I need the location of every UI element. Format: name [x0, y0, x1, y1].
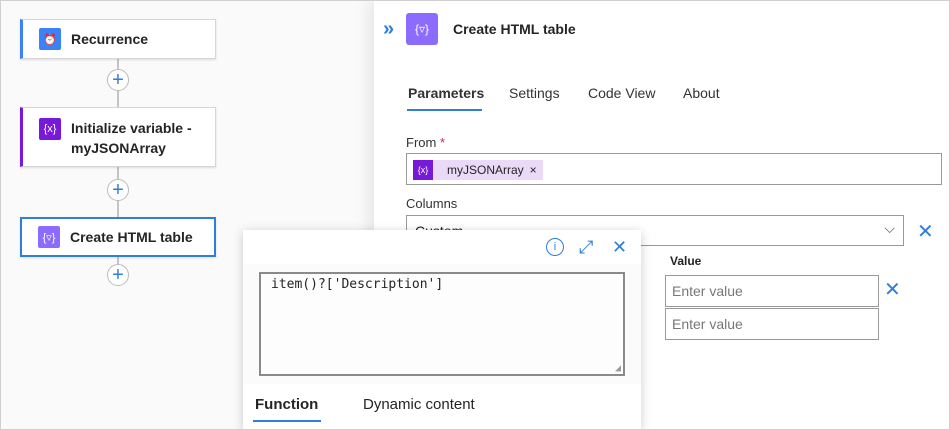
expand-icon[interactable]: ⤢ — [579, 237, 593, 258]
tab-about[interactable]: About — [683, 85, 720, 101]
delete-row-button[interactable]: ✕ — [884, 277, 901, 302]
node-initialize-variable[interactable]: {x} Initialize variable - myJSONArray — [20, 107, 216, 167]
chevron-down-icon: ⌵ — [884, 220, 895, 237]
token-label: myJSONArray — [447, 163, 524, 177]
plus-icon: + — [112, 265, 124, 285]
alarm-clock-icon: ⏰ — [39, 28, 61, 50]
node-label-line1: Initialize variable - — [71, 120, 192, 136]
data-operation-icon: {▿} — [406, 13, 438, 45]
value-input[interactable]: Enter value — [665, 308, 879, 340]
tab-parameters[interactable]: Parameters — [408, 85, 484, 101]
token-myjsonarray[interactable]: {x} myJSONArray × — [413, 160, 543, 180]
panel-title: Create HTML table — [453, 21, 576, 37]
required-mark: * — [440, 135, 445, 150]
expression-textarea[interactable]: item()?['Description'] ◢ — [259, 272, 625, 376]
resize-handle-icon[interactable]: ◢ — [615, 363, 621, 374]
add-step-button[interactable]: + — [107, 179, 129, 201]
from-label-text: From — [406, 135, 436, 150]
popup-tabs: Function Dynamic content — [243, 384, 641, 430]
node-label: Recurrence — [71, 31, 148, 47]
variable-icon: {x} — [413, 160, 433, 180]
tab-settings[interactable]: Settings — [509, 85, 560, 101]
variable-icon: {x} — [39, 118, 61, 140]
add-step-button[interactable]: + — [107, 69, 129, 91]
data-operation-icon: {▿} — [38, 226, 60, 248]
from-label: From * — [406, 135, 445, 150]
expression-text: item()?['Description'] — [271, 277, 443, 292]
expression-editor-popup: i ⤢ ✕ item()?['Description'] ◢ Function … — [243, 230, 641, 430]
active-tab-indicator — [407, 109, 482, 111]
columns-label: Columns — [406, 196, 457, 211]
clear-columns-button[interactable]: ✕ — [917, 219, 934, 244]
node-recurrence[interactable]: ⏰ Recurrence — [20, 19, 216, 59]
node-create-html-table[interactable]: {▿} Create HTML table — [20, 217, 216, 257]
token-remove-button[interactable]: × — [530, 163, 537, 177]
plus-icon: + — [112, 180, 124, 200]
node-label: Initialize variable - myJSONArray — [71, 118, 192, 158]
close-icon[interactable]: ✕ — [612, 237, 627, 258]
from-input[interactable]: {x} myJSONArray × — [406, 153, 942, 185]
tab-function[interactable]: Function — [255, 396, 318, 413]
value-header: Value — [670, 254, 701, 268]
node-label: Create HTML table — [70, 229, 193, 245]
info-icon[interactable]: i — [546, 238, 564, 256]
tab-code-view[interactable]: Code View — [588, 85, 655, 101]
collapse-panel-button[interactable]: » — [383, 18, 394, 41]
plus-icon: + — [112, 70, 124, 90]
add-step-button[interactable]: + — [107, 264, 129, 286]
tab-dynamic-content[interactable]: Dynamic content — [363, 396, 475, 413]
active-tab-indicator — [253, 420, 321, 422]
value-input[interactable]: Enter value — [665, 275, 879, 307]
node-label-line2: myJSONArray — [71, 140, 166, 156]
